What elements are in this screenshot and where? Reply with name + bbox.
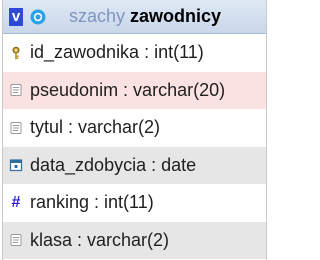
collapse-toggle-button[interactable]: v bbox=[9, 7, 23, 26]
table-header[interactable]: v szachy zawodnicy bbox=[3, 0, 266, 34]
text-field-icon bbox=[9, 121, 23, 135]
table-designer-panel: v szachy zawodnicy id_zawodnika: int(11… bbox=[2, 0, 267, 260]
gear-icon[interactable] bbox=[29, 8, 47, 26]
column-label: pseudonim : varchar(20) bbox=[30, 79, 226, 100]
column-label: tytul : varchar(2) bbox=[30, 117, 161, 138]
column-row-id-zawodnika[interactable]: id_zawodnika : int(11) bbox=[3, 34, 266, 72]
column-label: ranking : int(11) bbox=[30, 192, 154, 213]
numeric-hash-icon: # bbox=[11, 193, 21, 211]
column-row-pseudonim[interactable]: pseudonim : varchar(20) bbox=[3, 71, 266, 109]
column-label: klasa : varchar(2) bbox=[30, 229, 170, 250]
text-field-icon bbox=[9, 233, 23, 247]
column-label: data_zdobycia : date bbox=[30, 154, 197, 175]
database-name: szachy bbox=[69, 6, 126, 26]
column-row-data-zdobycia[interactable]: data_zdobycia : date bbox=[3, 146, 266, 184]
column-row-klasa[interactable]: klasa : varchar(2) bbox=[3, 221, 266, 259]
table-title: szachy zawodnicy bbox=[69, 6, 221, 27]
column-row-ranking[interactable]: # ranking : int(11) bbox=[3, 184, 266, 222]
text-field-icon bbox=[9, 83, 23, 97]
key-icon bbox=[9, 46, 23, 60]
column-row-tytul[interactable]: tytul : varchar(2) bbox=[3, 109, 266, 147]
column-list: id_zawodnika : int(11) pseudonim : varch… bbox=[3, 34, 266, 259]
table-name: zawodnicy bbox=[130, 6, 222, 26]
date-field-icon bbox=[9, 158, 23, 172]
column-label: id_zawodnika : int(11) bbox=[30, 42, 204, 63]
